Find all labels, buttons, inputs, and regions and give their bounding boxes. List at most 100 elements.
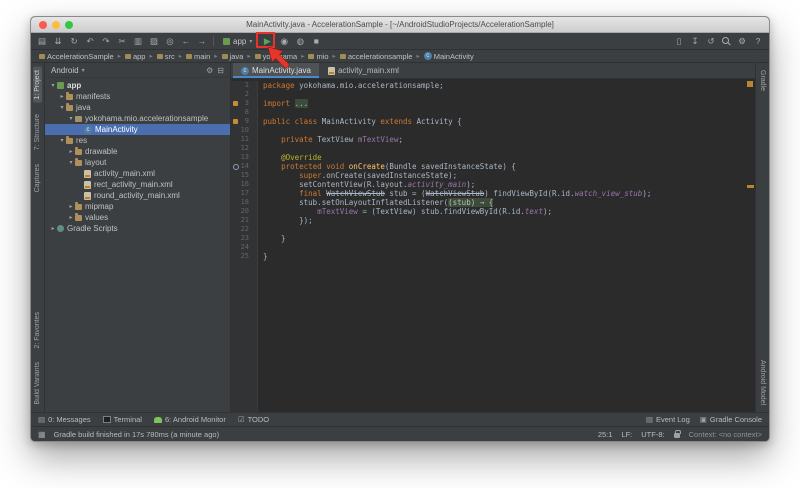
line-number[interactable]: 14 (231, 162, 258, 171)
redo-icon[interactable]: ↷ (101, 36, 111, 46)
settings-icon[interactable]: ⚙ (206, 66, 213, 75)
find-icon[interactable]: ◎ (165, 36, 175, 46)
open-icon[interactable]: ▤ (37, 36, 47, 46)
window-titlebar[interactable]: MainActivity.java - AccelerationSample -… (31, 17, 769, 33)
toolwindow-button-terminal[interactable]: Terminal (102, 415, 142, 424)
tree-item-values[interactable]: ▸ values (45, 212, 230, 223)
line-number[interactable]: 3 (231, 99, 258, 108)
line-number[interactable]: 22 (231, 225, 258, 234)
caret-position[interactable]: 25:1 (598, 430, 613, 439)
collapse-arrow-icon[interactable]: ▾ (67, 115, 75, 122)
line-number[interactable]: 13 (231, 153, 258, 162)
collapse-all-icon[interactable]: ⊟ (217, 66, 224, 75)
tree-item-mainactivity[interactable]: c MainActivity (45, 124, 230, 135)
toolwindow-button-0-messages[interactable]: ▤ 0: Messages (38, 415, 91, 424)
minimize-button[interactable] (52, 21, 60, 29)
tool-stripe-android-model[interactable]: Android Model (758, 357, 767, 408)
tree-item-layout[interactable]: ▾ layout (45, 157, 230, 168)
tab-mainactivity-java[interactable]: c MainActivity.java (233, 63, 319, 78)
warning-marker[interactable] (747, 185, 754, 188)
breadcrumb-item-src[interactable]: src (156, 52, 175, 61)
expand-arrow-icon[interactable]: ▸ (67, 148, 75, 155)
coverage-icon[interactable]: ◍ (295, 36, 305, 46)
breadcrumb-item-accelerationsample[interactable]: accelerationsample (339, 52, 412, 61)
toolwindow-button-6-android-monitor[interactable]: 6: Android Monitor (153, 415, 226, 424)
lock-icon[interactable] (673, 429, 681, 438)
line-number[interactable]: 17 (231, 189, 258, 198)
toolwindow-switcher-icon[interactable]: ▦ (38, 430, 46, 439)
breadcrumb-item-app[interactable]: app (124, 52, 145, 61)
line-number[interactable]: 1 (231, 81, 258, 90)
paste-icon[interactable]: ▨ (149, 36, 159, 46)
tool-stripe-build-variants[interactable]: Build Variants (33, 359, 42, 408)
run-configuration-select[interactable]: app ▾ (220, 36, 255, 47)
collapse-arrow-icon[interactable]: ▾ (58, 137, 66, 144)
tree-item-res[interactable]: ▾ res (45, 135, 230, 146)
tree-item-activity-main-xml[interactable]: activity_main.xml (45, 168, 230, 179)
tree-item-yokohama-mio-accelerationsample[interactable]: ▾ yokohama.mio.accelerationsample (45, 113, 230, 124)
zoom-button[interactable] (65, 21, 73, 29)
tree-item-rect-activity-main-xml[interactable]: rect_activity_main.xml (45, 179, 230, 190)
undo-icon[interactable]: ↶ (85, 36, 95, 46)
breadcrumb-item-mio[interactable]: mio (308, 52, 329, 61)
collapse-arrow-icon[interactable]: ▾ (67, 159, 75, 166)
line-number[interactable]: 24 (231, 243, 258, 252)
expand-arrow-icon[interactable]: ▸ (67, 203, 75, 210)
inspection-status-icon[interactable] (747, 81, 753, 87)
line-number[interactable]: 9 (231, 117, 258, 126)
copy-icon[interactable]: ▥ (133, 36, 143, 46)
line-number[interactable]: 8 (231, 108, 258, 117)
tree-item-manifests[interactable]: ▸ manifests (45, 91, 230, 102)
cut-icon[interactable]: ✂ (117, 36, 127, 46)
back-icon[interactable]: ← (181, 36, 191, 46)
encoding-indicator[interactable]: UTF-8: (641, 430, 664, 439)
settings-icon[interactable]: ⚙ (737, 36, 747, 46)
code-editor[interactable]: 1 package yokohama.mio.accelerationsample… (231, 79, 755, 412)
save-all-icon[interactable]: ⇊ (53, 36, 63, 46)
expand-arrow-icon[interactable]: ▸ (58, 93, 66, 100)
breadcrumb-item-mainactivity[interactable]: c MainActivity (423, 52, 474, 61)
tool-stripe-captures[interactable]: Captures (33, 161, 42, 195)
close-button[interactable] (39, 21, 47, 29)
avd-manager-icon[interactable]: ▯ (674, 36, 684, 46)
expand-arrow-icon[interactable]: ▸ (67, 214, 75, 221)
tree-item-java[interactable]: ▾ java (45, 102, 230, 113)
sync-icon[interactable]: ↻ (69, 36, 79, 46)
breadcrumb-item-yokohama[interactable]: yokohama (254, 52, 297, 61)
debug-icon[interactable]: ◉ (279, 36, 289, 46)
tree-item-drawable[interactable]: ▸ drawable (45, 146, 230, 157)
tool-stripe-7-structure[interactable]: 7: Structure (33, 111, 42, 153)
expand-arrow-icon[interactable]: ▸ (49, 225, 57, 232)
toolwindow-button-event-log[interactable]: ▤ Event Log (646, 415, 690, 424)
collapse-arrow-icon[interactable]: ▾ (49, 82, 57, 89)
tree-item-round-activity-main-xml[interactable]: round_activity_main.xml (45, 190, 230, 201)
line-number[interactable]: 21 (231, 216, 258, 225)
tree-item-gradle-scripts[interactable]: ▸ Gradle Scripts (45, 223, 230, 234)
line-number[interactable]: 15 (231, 171, 258, 180)
toolwindow-button-gradle-console[interactable]: ▣ Gradle Console (700, 415, 762, 424)
line-number[interactable]: 10 (231, 126, 258, 135)
line-number[interactable]: 2 (231, 90, 258, 99)
line-number[interactable]: 12 (231, 144, 258, 153)
collapse-arrow-icon[interactable]: ▾ (58, 104, 66, 111)
line-number[interactable]: 11 (231, 135, 258, 144)
line-number[interactable]: 23 (231, 234, 258, 243)
line-number[interactable]: 18 (231, 198, 258, 207)
line-number[interactable]: 16 (231, 180, 258, 189)
breadcrumb-item-accelerationsample[interactable]: AccelerationSample (39, 52, 114, 61)
tree-item-app[interactable]: ▾ app (45, 80, 230, 91)
line-number[interactable]: 20 (231, 207, 258, 216)
project-view-selector[interactable]: Android (51, 66, 79, 75)
forward-icon[interactable]: → (197, 36, 207, 46)
stop-icon[interactable]: ■ (311, 36, 321, 46)
breadcrumb-item-java[interactable]: java (221, 52, 243, 61)
sdk-manager-icon[interactable]: ↧ (690, 36, 700, 46)
tool-stripe-2-favorites[interactable]: 2: Favorites (33, 309, 42, 352)
breadcrumb-item-main[interactable]: main (186, 52, 210, 61)
toolwindow-button-todo[interactable]: ☑ TODO (238, 415, 269, 424)
search-icon[interactable] (722, 36, 731, 46)
tool-stripe-gradle[interactable]: Gradle (758, 67, 767, 94)
line-ending-indicator[interactable]: LF: (621, 430, 632, 439)
gradle-sync-icon[interactable]: ↺ (706, 36, 716, 46)
line-number[interactable]: 25 (231, 252, 258, 261)
